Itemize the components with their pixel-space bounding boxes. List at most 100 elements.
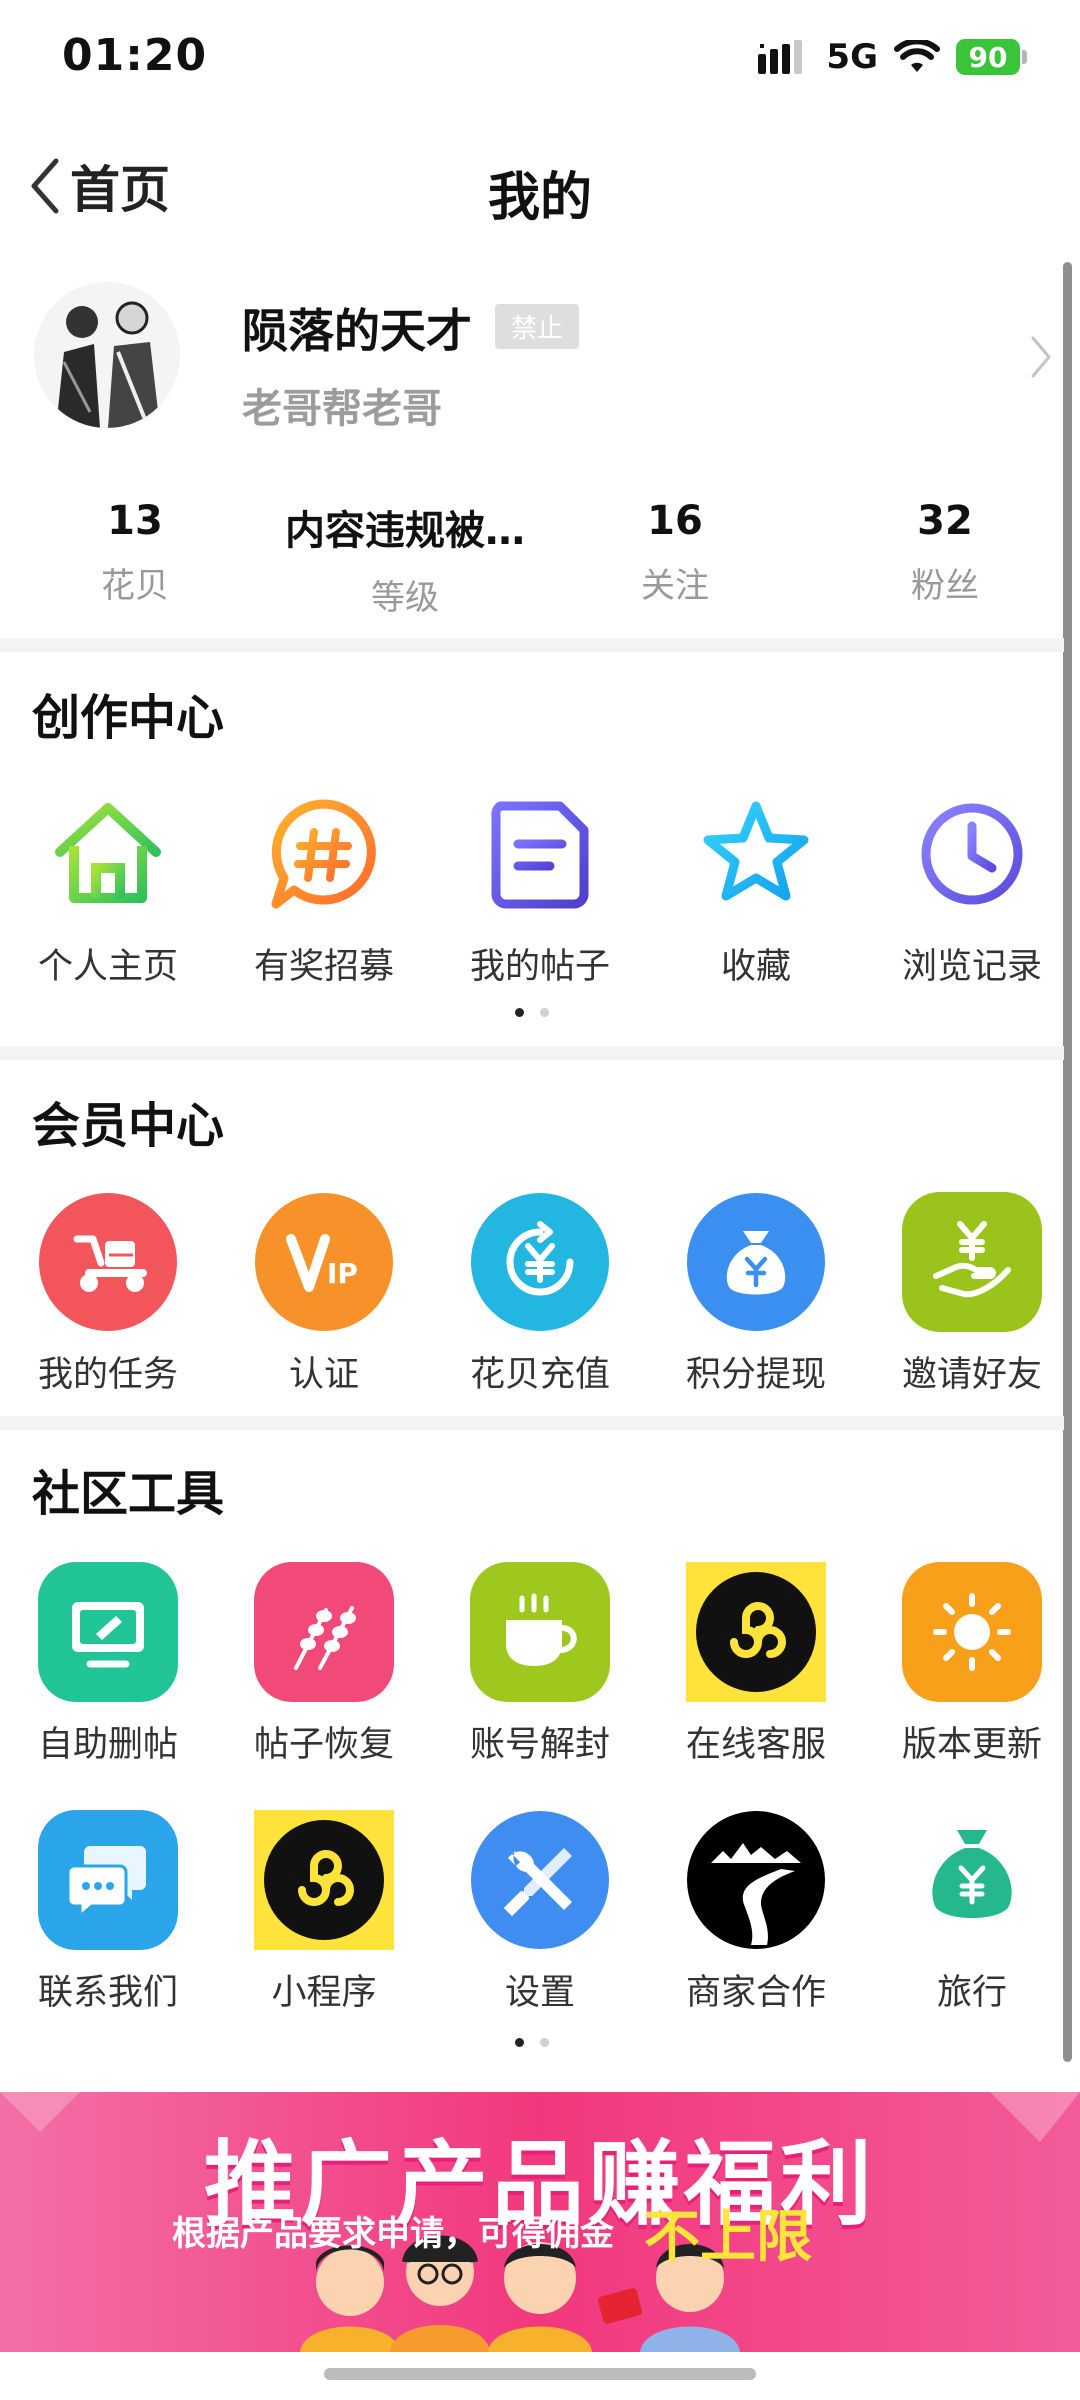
avatar[interactable] — [34, 282, 180, 428]
grid-item-history[interactable]: 浏览记录 — [864, 784, 1080, 989]
stat-label: 粉丝 — [911, 566, 979, 606]
money-bag-icon — [687, 1193, 825, 1331]
avatar-image — [34, 282, 180, 428]
grid-item-travel[interactable]: 旅行 — [864, 1810, 1080, 2015]
svg-text:IP: IP — [327, 1257, 358, 1290]
grid-item-unban[interactable]: 账号解封 — [432, 1562, 648, 1767]
grid-item-withdraw[interactable]: 积分提现 — [648, 1192, 864, 1397]
grid-item-label: 我的帖子 — [469, 947, 610, 987]
status-time: 01:20 — [62, 30, 208, 81]
section-title-member: 会员中心 — [32, 1098, 225, 1154]
grid-item-verify[interactable]: IP 认证 — [216, 1192, 432, 1397]
grid-item-label: 旅行 — [936, 1973, 1007, 2013]
yuan-recharge-icon — [471, 1193, 609, 1331]
page-dot — [515, 2038, 524, 2047]
grid-item-post-restore[interactable]: 帖子恢复 — [216, 1562, 432, 1767]
stat-value: 内容违规被… — [285, 508, 525, 554]
grid-item-home[interactable]: 个人主页 — [0, 784, 216, 989]
status-badge: 禁止 — [495, 304, 580, 349]
hand-yuan-icon — [902, 1192, 1042, 1332]
grid-item-settings[interactable]: 设置 — [432, 1810, 648, 2015]
stat-label: 花贝 — [101, 566, 169, 606]
banner-highlight: 不上限 — [644, 2205, 812, 2270]
back-label: 首页 — [70, 161, 170, 219]
network-type: 5G — [826, 37, 878, 77]
signature: 老哥帮老哥 — [242, 386, 442, 432]
battery-indicator: 90 — [956, 39, 1027, 75]
grid-item-online-service[interactable]: 在线客服 — [648, 1562, 864, 1767]
sun-icon — [902, 1562, 1042, 1702]
section-divider — [0, 638, 1064, 652]
money-bag-icon — [932, 1830, 1012, 1918]
home-icon — [55, 803, 161, 903]
mini-program-icon — [686, 1562, 826, 1702]
grid-item-label: 在线客服 — [685, 1725, 826, 1765]
coffee-cup-icon — [470, 1562, 610, 1702]
mini-program-icon — [254, 1810, 394, 1950]
grid-item-favorites[interactable]: 收藏 — [648, 784, 864, 989]
grid-item-mini-program[interactable]: 小程序 — [216, 1810, 432, 2015]
section-divider — [0, 1416, 1064, 1430]
wifi-icon — [894, 40, 940, 72]
page-dot — [540, 1008, 549, 1017]
section-title-tools: 社区工具 — [32, 1466, 225, 1522]
banner-subtitle: 根据产品要求申请，可得佣金 — [172, 2214, 614, 2254]
username: 陨落的天才 — [242, 304, 472, 358]
monitor-pen-icon — [38, 1562, 178, 1702]
grid-item-label: 商家合作 — [685, 1973, 826, 2013]
section-divider — [0, 1046, 1064, 1060]
signal-icon — [758, 40, 803, 74]
vip-icon: IP — [255, 1193, 393, 1331]
back-button[interactable]: 首页 — [28, 150, 170, 222]
stat-level[interactable]: 内容违规被… 等级 — [270, 498, 540, 619]
grid-item-label: 收藏 — [720, 947, 791, 987]
stat-value: 13 — [107, 498, 163, 544]
grid-item-recruit[interactable]: 有奖招募 — [216, 784, 432, 989]
grid-item-recharge[interactable]: 花贝充值 — [432, 1192, 648, 1397]
chat-bubbles-icon — [38, 1810, 178, 1950]
grid-item-label: 个人主页 — [37, 947, 178, 987]
stat-followers[interactable]: 32 粉丝 — [810, 498, 1080, 607]
grid-item-label: 认证 — [288, 1355, 359, 1395]
grid-item-self-delete[interactable]: 自助删帖 — [0, 1562, 216, 1767]
page-dot — [515, 1008, 524, 1017]
clock-icon — [921, 803, 1023, 905]
grid-item-label: 我的任务 — [37, 1355, 178, 1395]
grid-item-label: 设置 — [504, 1973, 575, 2013]
grid-item-label: 账号解封 — [469, 1725, 610, 1765]
skewer-icon — [254, 1562, 394, 1702]
grid-item-label: 帖子恢复 — [253, 1725, 394, 1765]
wrench-screwdriver-icon — [471, 1811, 609, 1949]
grid-item-label: 邀请好友 — [901, 1355, 1042, 1395]
chevron-left-icon — [31, 158, 59, 214]
status-icons: 5G 90 — [758, 32, 1027, 82]
grid-item-contact-us[interactable]: 联系我们 — [0, 1810, 216, 2015]
grid-item-invite[interactable]: 邀请好友 — [864, 1192, 1080, 1397]
grid-item-label: 花贝充值 — [469, 1355, 610, 1395]
grid-item-version-update[interactable]: 版本更新 — [864, 1562, 1080, 1767]
page-dot — [540, 2038, 549, 2047]
grid-item-label: 版本更新 — [901, 1725, 1042, 1765]
stat-label: 等级 — [371, 578, 439, 618]
page-indicator — [0, 2038, 1064, 2047]
stat-following[interactable]: 16 关注 — [540, 498, 810, 607]
grid-item-my-posts[interactable]: 我的帖子 — [432, 784, 648, 989]
stat-value: 16 — [647, 498, 703, 544]
grid-item-label: 有奖招募 — [253, 947, 394, 987]
promo-banner[interactable]: 推广产品赚福利 根据产品要求申请，可得佣金 不上限 — [0, 2092, 1080, 2352]
grid-item-label: 积分提现 — [685, 1355, 826, 1395]
chevron-right-icon[interactable] — [1030, 335, 1052, 379]
stat-huabei[interactable]: 13 花贝 — [0, 498, 270, 607]
mountain-road-icon — [687, 1811, 825, 1949]
grid-item-my-tasks[interactable]: 我的任务 — [0, 1192, 216, 1397]
stat-value: 32 — [917, 498, 973, 544]
grid-item-label: 自助删帖 — [37, 1725, 178, 1765]
post-icon — [491, 801, 589, 909]
home-indicator[interactable] — [324, 2368, 756, 2380]
section-title-creation: 创作中心 — [32, 690, 225, 746]
star-icon — [703, 801, 809, 901]
battery-level: 90 — [968, 40, 1008, 74]
grid-item-business[interactable]: 商家合作 — [648, 1810, 864, 2015]
page-indicator — [0, 1008, 1064, 1017]
grid-item-label: 联系我们 — [37, 1973, 178, 2013]
